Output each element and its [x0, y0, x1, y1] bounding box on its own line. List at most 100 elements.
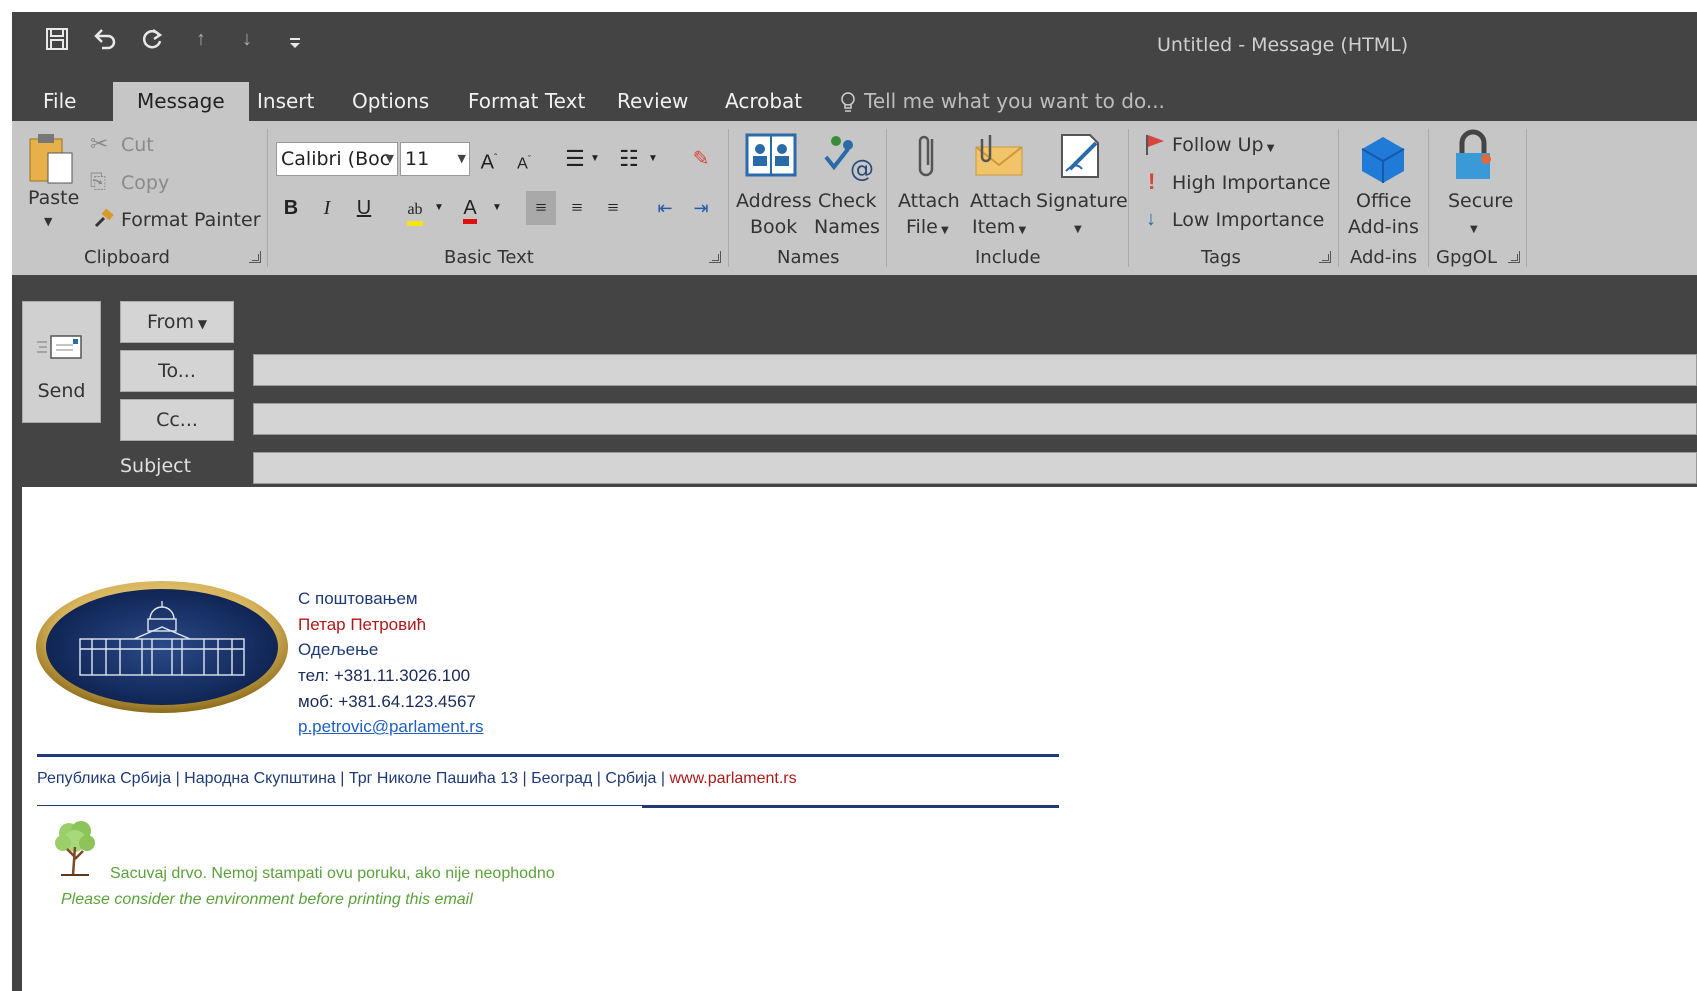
include-group-label: Include [975, 247, 1041, 268]
attach-file-label-1: Attach [898, 190, 960, 212]
signature-dropdown-icon: ▼ [1074, 224, 1082, 235]
highlight-icon[interactable]: ab [400, 191, 430, 226]
tab-review[interactable]: Review [617, 82, 688, 121]
customize-icon[interactable] [282, 26, 308, 52]
cc-field[interactable] [253, 403, 1697, 435]
high-importance-label: High Importance [1172, 172, 1331, 194]
signature-address-line: Република Србија | Народна Скупштина | Т… [37, 769, 797, 789]
divider [1428, 129, 1429, 267]
highlight-dropdown-icon[interactable]: ▼ [432, 191, 446, 225]
format-painter-label: Format Painter [121, 209, 261, 231]
basic-text-launcher-icon[interactable] [709, 251, 721, 263]
tell-me-search[interactable]: Tell me what you want to do... [840, 82, 1165, 120]
check-names-label-2: Names [814, 216, 880, 238]
signature-label: Signature [1036, 190, 1128, 212]
office-addins-button[interactable]: Office Add-ins [1344, 129, 1422, 241]
divider [1526, 129, 1527, 267]
copy-button[interactable]: ⎘ Copy [90, 171, 210, 195]
attach-item-button[interactable]: Attach Item ▼ [964, 129, 1036, 241]
address-book-label-1: Address [736, 190, 812, 212]
cc-button[interactable]: Cc... [120, 399, 234, 441]
tab-acrobat[interactable]: Acrobat [725, 82, 802, 121]
cut-label: Cut [121, 134, 154, 156]
increase-indent-icon[interactable]: ⇥ [686, 191, 716, 225]
high-importance-button[interactable]: ! High Importance [1144, 171, 1334, 195]
tell-me-text: Tell me what you want to do... [864, 89, 1165, 113]
divider [267, 129, 268, 267]
attach-file-button[interactable]: Attach File ▼ [892, 129, 962, 241]
undo-icon[interactable] [92, 26, 118, 52]
signature-address: Република Србија | Народна Скупштина | Т… [37, 770, 666, 787]
underline-button[interactable]: U [349, 191, 379, 225]
down-arrow-icon[interactable]: ↓ [234, 26, 260, 52]
gpgol-launcher-icon[interactable] [1508, 251, 1520, 263]
cut-button[interactable]: ✂ Cut [90, 133, 210, 157]
divider [886, 129, 887, 267]
basic-text-group-label: Basic Text [444, 247, 534, 268]
tags-launcher-icon[interactable] [1319, 251, 1331, 263]
check-names-button[interactable]: @ Check Names [810, 129, 882, 241]
align-right-icon[interactable]: ≡ [598, 191, 628, 225]
to-button[interactable]: To... [120, 350, 234, 392]
send-label: Send [37, 380, 86, 402]
align-center-icon[interactable]: ≡ [562, 191, 592, 225]
from-button[interactable]: From ▼ [120, 301, 234, 343]
signature-icon [1061, 134, 1099, 178]
tab-format-text[interactable]: Format Text [468, 82, 585, 121]
secure-dropdown-icon: ▼ [1470, 224, 1478, 235]
address-book-icon [745, 133, 797, 177]
divider [1128, 129, 1129, 267]
italic-button[interactable]: I [312, 191, 342, 225]
font-color-dropdown-icon[interactable]: ▼ [490, 191, 504, 225]
signature-email-link[interactable]: p.petrovic@parlament.rs [298, 717, 483, 737]
paintbrush-icon [94, 208, 114, 228]
signature-button[interactable]: Signature ▼ [1036, 129, 1128, 241]
ribbon: Paste ▼ ✂ Cut ⎘ Copy Format Painter Clip… [12, 121, 1697, 275]
tab-options[interactable]: Options [352, 82, 429, 121]
subject-field[interactable] [253, 452, 1697, 484]
font-size-select[interactable]: 11 ▼ [400, 142, 470, 176]
clear-formatting-icon[interactable]: ✎ [686, 142, 716, 176]
numbering-icon[interactable]: ☷ [614, 142, 644, 176]
numbering-dropdown-icon[interactable]: ▼ [646, 142, 660, 176]
up-arrow-icon[interactable]: ↑ [188, 26, 214, 52]
redo-icon[interactable] [139, 26, 165, 52]
signature-mobile: моб: +381.64.123.4567 [298, 692, 476, 711]
send-button[interactable]: Send [22, 301, 101, 423]
to-field[interactable] [253, 354, 1697, 386]
tab-file[interactable]: File [43, 82, 76, 121]
message-body[interactable]: С поштовањем Петар Петровић Одељење тел:… [22, 487, 1697, 991]
format-painter-button[interactable]: Format Painter [90, 208, 261, 232]
scissors-icon: ✂ [90, 131, 109, 156]
tab-message[interactable]: Message [113, 82, 249, 121]
low-importance-button[interactable]: ↓ Low Importance [1144, 208, 1334, 232]
align-left-icon[interactable]: ≡ [526, 191, 556, 225]
names-group-label: Names [777, 247, 840, 268]
send-icon [37, 335, 82, 359]
grow-font-icon[interactable]: Aˆ [474, 142, 504, 176]
follow-up-button[interactable]: Follow Up ▼ [1144, 133, 1304, 157]
address-book-label-2: Book [750, 216, 798, 238]
divider [1338, 129, 1339, 267]
check-names-icon: @ [824, 136, 874, 181]
address-book-button[interactable]: Address Book [734, 129, 812, 241]
decrease-indent-icon[interactable]: ⇤ [650, 191, 680, 225]
save-icon[interactable] [44, 26, 70, 52]
font-color-icon[interactable]: A [455, 191, 485, 225]
signature-name: Петар Петровић [298, 615, 427, 634]
bullets-dropdown-icon[interactable]: ▼ [588, 142, 602, 176]
tags-group-label: Tags [1201, 247, 1241, 268]
secure-button[interactable]: Secure ▼ [1436, 129, 1514, 241]
divider [642, 805, 1059, 808]
font-name-select[interactable]: Calibri (Boc ▼ [276, 142, 398, 176]
shrink-font-icon[interactable]: Aˇ [509, 142, 539, 176]
tab-insert[interactable]: Insert [257, 82, 314, 121]
paste-button[interactable]: Paste ▼ [24, 127, 80, 237]
addins-group-label: Add-ins [1350, 247, 1418, 268]
website-link[interactable]: www.parlament.rs [669, 770, 796, 787]
bullets-icon[interactable]: ☰ [560, 142, 590, 176]
attach-item-label-2: Item ▼ [972, 216, 1027, 238]
bold-button[interactable]: B [276, 191, 306, 225]
clipboard-launcher-icon[interactable] [249, 251, 261, 263]
tree-icon [55, 821, 95, 876]
